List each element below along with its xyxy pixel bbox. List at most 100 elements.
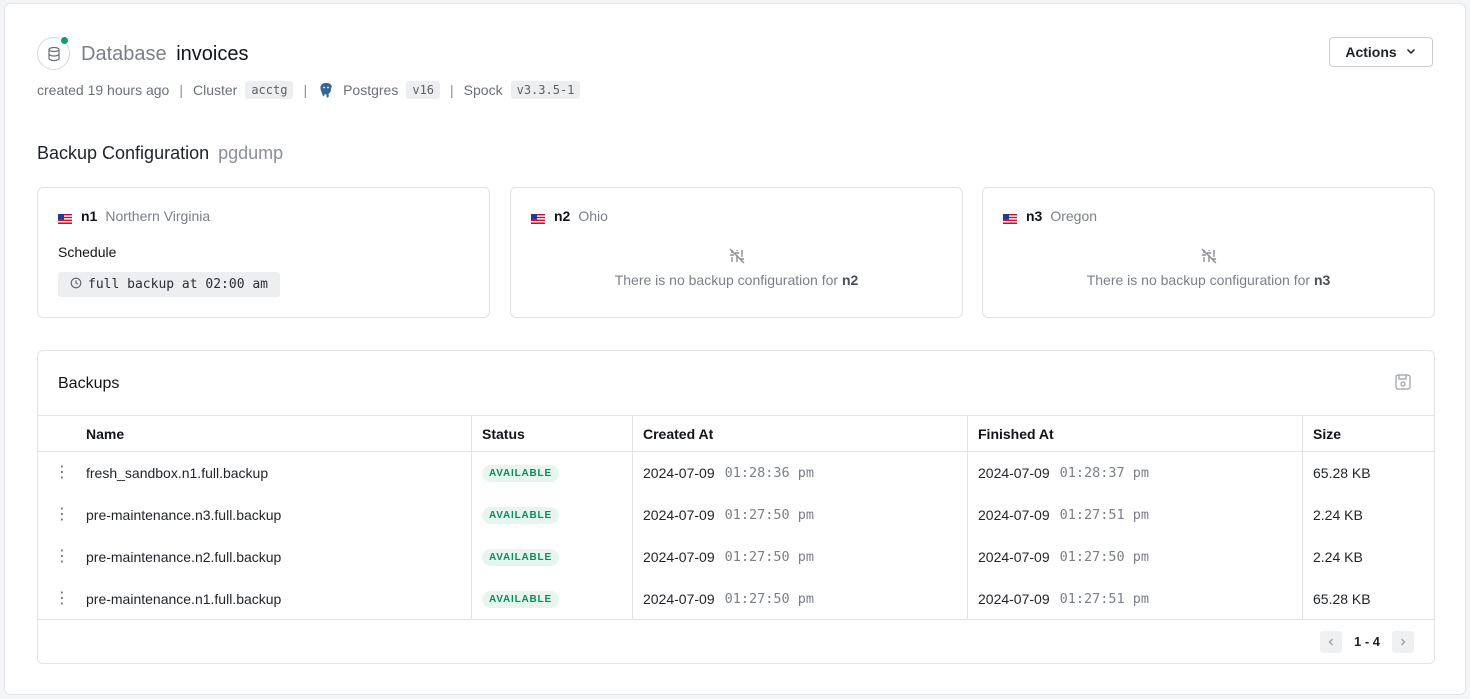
kebab-menu-icon: ⋮ xyxy=(54,506,70,523)
clock-icon xyxy=(70,277,82,293)
node-region: Northern Virginia xyxy=(105,208,211,224)
created-date: 2024-07-09 xyxy=(643,549,715,565)
created-cell: 2024-07-09 01:27:50 pm xyxy=(633,494,968,536)
created-cell: 2024-07-09 01:27:50 pm xyxy=(633,536,968,578)
size-cell: 2.24 KB xyxy=(1313,549,1363,565)
pagination: 1 - 4 xyxy=(38,619,1434,663)
extension-version-tag: v3.3.5-1 xyxy=(510,81,581,99)
column-header-status[interactable]: Status xyxy=(472,416,633,451)
created-date: 2024-07-09 xyxy=(643,507,715,523)
finished-date: 2024-07-09 xyxy=(978,465,1050,481)
finished-time: 01:27:51 pm xyxy=(1059,591,1150,607)
status-online-indicator xyxy=(59,35,70,46)
node-header: n2 Ohio xyxy=(531,208,608,224)
backup-method: pgdump xyxy=(218,143,284,163)
table-row[interactable]: ⋮ pre-maintenance.n1.full.backup AVAILAB… xyxy=(38,578,1434,620)
cluster-tag: acctg xyxy=(245,81,294,99)
status-badge: AVAILABLE xyxy=(482,464,559,482)
row-menu-button[interactable]: ⋮ xyxy=(38,536,86,578)
node-id: n1 xyxy=(81,208,98,224)
empty-text: There is no backup configuration for n3 xyxy=(983,272,1434,288)
us-flag-icon xyxy=(531,211,545,224)
node-id: n3 xyxy=(1026,208,1043,224)
empty-state: There is no backup configuration for n3 xyxy=(983,246,1434,288)
created-date: 2024-07-09 xyxy=(643,465,715,481)
finished-time: 01:27:50 pm xyxy=(1059,549,1150,565)
finished-date: 2024-07-09 xyxy=(978,549,1050,565)
column-header-finished[interactable]: Finished At xyxy=(968,416,1303,451)
pagination-label: 1 - 4 xyxy=(1353,634,1380,649)
backups-title: Backups xyxy=(58,375,120,392)
postgres-elephant-icon xyxy=(317,81,335,99)
empty-message: There is no backup configuration for xyxy=(614,272,839,288)
table-row[interactable]: ⋮ pre-maintenance.n3.full.backup AVAILAB… xyxy=(38,494,1434,536)
node-header: n3 Oregon xyxy=(1003,208,1097,224)
database-name: invoices xyxy=(176,43,249,65)
us-flag-icon xyxy=(1003,211,1017,224)
schedule-text: full backup at 02:00 am xyxy=(88,277,269,292)
sliders-off-icon xyxy=(983,246,1434,266)
schedule-chip: full backup at 02:00 am xyxy=(58,272,281,297)
node-region: Ohio xyxy=(578,208,608,224)
created-text: created 19 hours ago xyxy=(37,82,170,98)
engine-label: Postgres xyxy=(343,82,399,98)
row-menu-button[interactable]: ⋮ xyxy=(38,494,86,536)
backup-config-title: Backup Configuration pgdump xyxy=(37,143,283,164)
empty-state: There is no backup configuration for n2 xyxy=(511,246,962,288)
chevron-right-icon xyxy=(1398,634,1408,650)
column-header-created[interactable]: Created At xyxy=(633,416,968,451)
meta-separator: | xyxy=(303,82,308,98)
table-header: Name Status Created At Finished At Size xyxy=(38,416,1434,452)
us-flag-icon xyxy=(58,211,72,224)
extension-label: Spock xyxy=(463,82,503,98)
engine-version-tag: v16 xyxy=(406,81,441,99)
next-page-button[interactable] xyxy=(1392,630,1414,653)
meta-separator: | xyxy=(450,82,454,98)
save-icon[interactable] xyxy=(1394,373,1412,394)
finished-date: 2024-07-09 xyxy=(978,591,1050,607)
node-region: Oregon xyxy=(1050,208,1098,224)
empty-node-id: n3 xyxy=(1313,272,1331,288)
backup-config-heading: Backup Configuration xyxy=(37,143,210,163)
finished-cell: 2024-07-09 01:27:50 pm xyxy=(968,536,1303,578)
empty-node-id: n2 xyxy=(841,272,859,288)
row-menu-button[interactable]: ⋮ xyxy=(38,452,86,494)
backup-name: fresh_sandbox.n1.full.backup xyxy=(86,452,472,494)
node-id: n2 xyxy=(554,208,571,224)
created-time: 01:27:50 pm xyxy=(724,591,815,607)
node-card-n1: n1 Northern Virginia Schedule full backu… xyxy=(37,187,490,318)
table-row[interactable]: ⋮ fresh_sandbox.n1.full.backup AVAILABLE… xyxy=(38,452,1434,494)
finished-cell: 2024-07-09 01:28:37 pm xyxy=(968,452,1303,494)
node-header: n1 Northern Virginia xyxy=(58,208,210,224)
prev-page-button[interactable] xyxy=(1319,630,1342,653)
backups-table: Name Status Created At Finished At Size … xyxy=(38,415,1434,620)
finished-time: 01:27:51 pm xyxy=(1059,507,1150,523)
size-cell: 65.28 KB xyxy=(1313,465,1371,481)
column-header-size[interactable]: Size xyxy=(1303,416,1434,451)
chevron-down-icon xyxy=(1405,44,1417,60)
row-menu-button[interactable]: ⋮ xyxy=(38,578,86,620)
column-header-name[interactable]: Name xyxy=(86,416,472,451)
actions-label: Actions xyxy=(1345,44,1397,60)
meta-separator: | xyxy=(179,82,183,98)
kebab-menu-icon: ⋮ xyxy=(54,548,70,565)
actions-button[interactable]: Actions xyxy=(1329,37,1433,67)
created-time: 01:28:36 pm xyxy=(724,465,815,481)
status-badge: AVAILABLE xyxy=(482,548,559,566)
status-cell: AVAILABLE xyxy=(472,452,633,494)
kebab-menu-icon: ⋮ xyxy=(54,464,70,481)
size-cell: 65.28 KB xyxy=(1313,591,1371,607)
size-cell: 2.24 KB xyxy=(1313,507,1363,523)
table-row[interactable]: ⋮ pre-maintenance.n2.full.backup AVAILAB… xyxy=(38,536,1434,578)
sliders-off-icon xyxy=(511,246,962,266)
status-cell: AVAILABLE xyxy=(472,578,633,620)
schedule-label: Schedule xyxy=(58,244,117,260)
database-meta: created 19 hours ago | Cluster acctg | P… xyxy=(37,81,581,99)
finished-cell: 2024-07-09 01:27:51 pm xyxy=(968,578,1303,620)
status-cell: AVAILABLE xyxy=(472,494,633,536)
status-cell: AVAILABLE xyxy=(472,536,633,578)
finished-date: 2024-07-09 xyxy=(978,507,1050,523)
backup-name: pre-maintenance.n2.full.backup xyxy=(86,536,472,578)
created-date: 2024-07-09 xyxy=(643,591,715,607)
chevron-left-icon xyxy=(1326,634,1336,650)
